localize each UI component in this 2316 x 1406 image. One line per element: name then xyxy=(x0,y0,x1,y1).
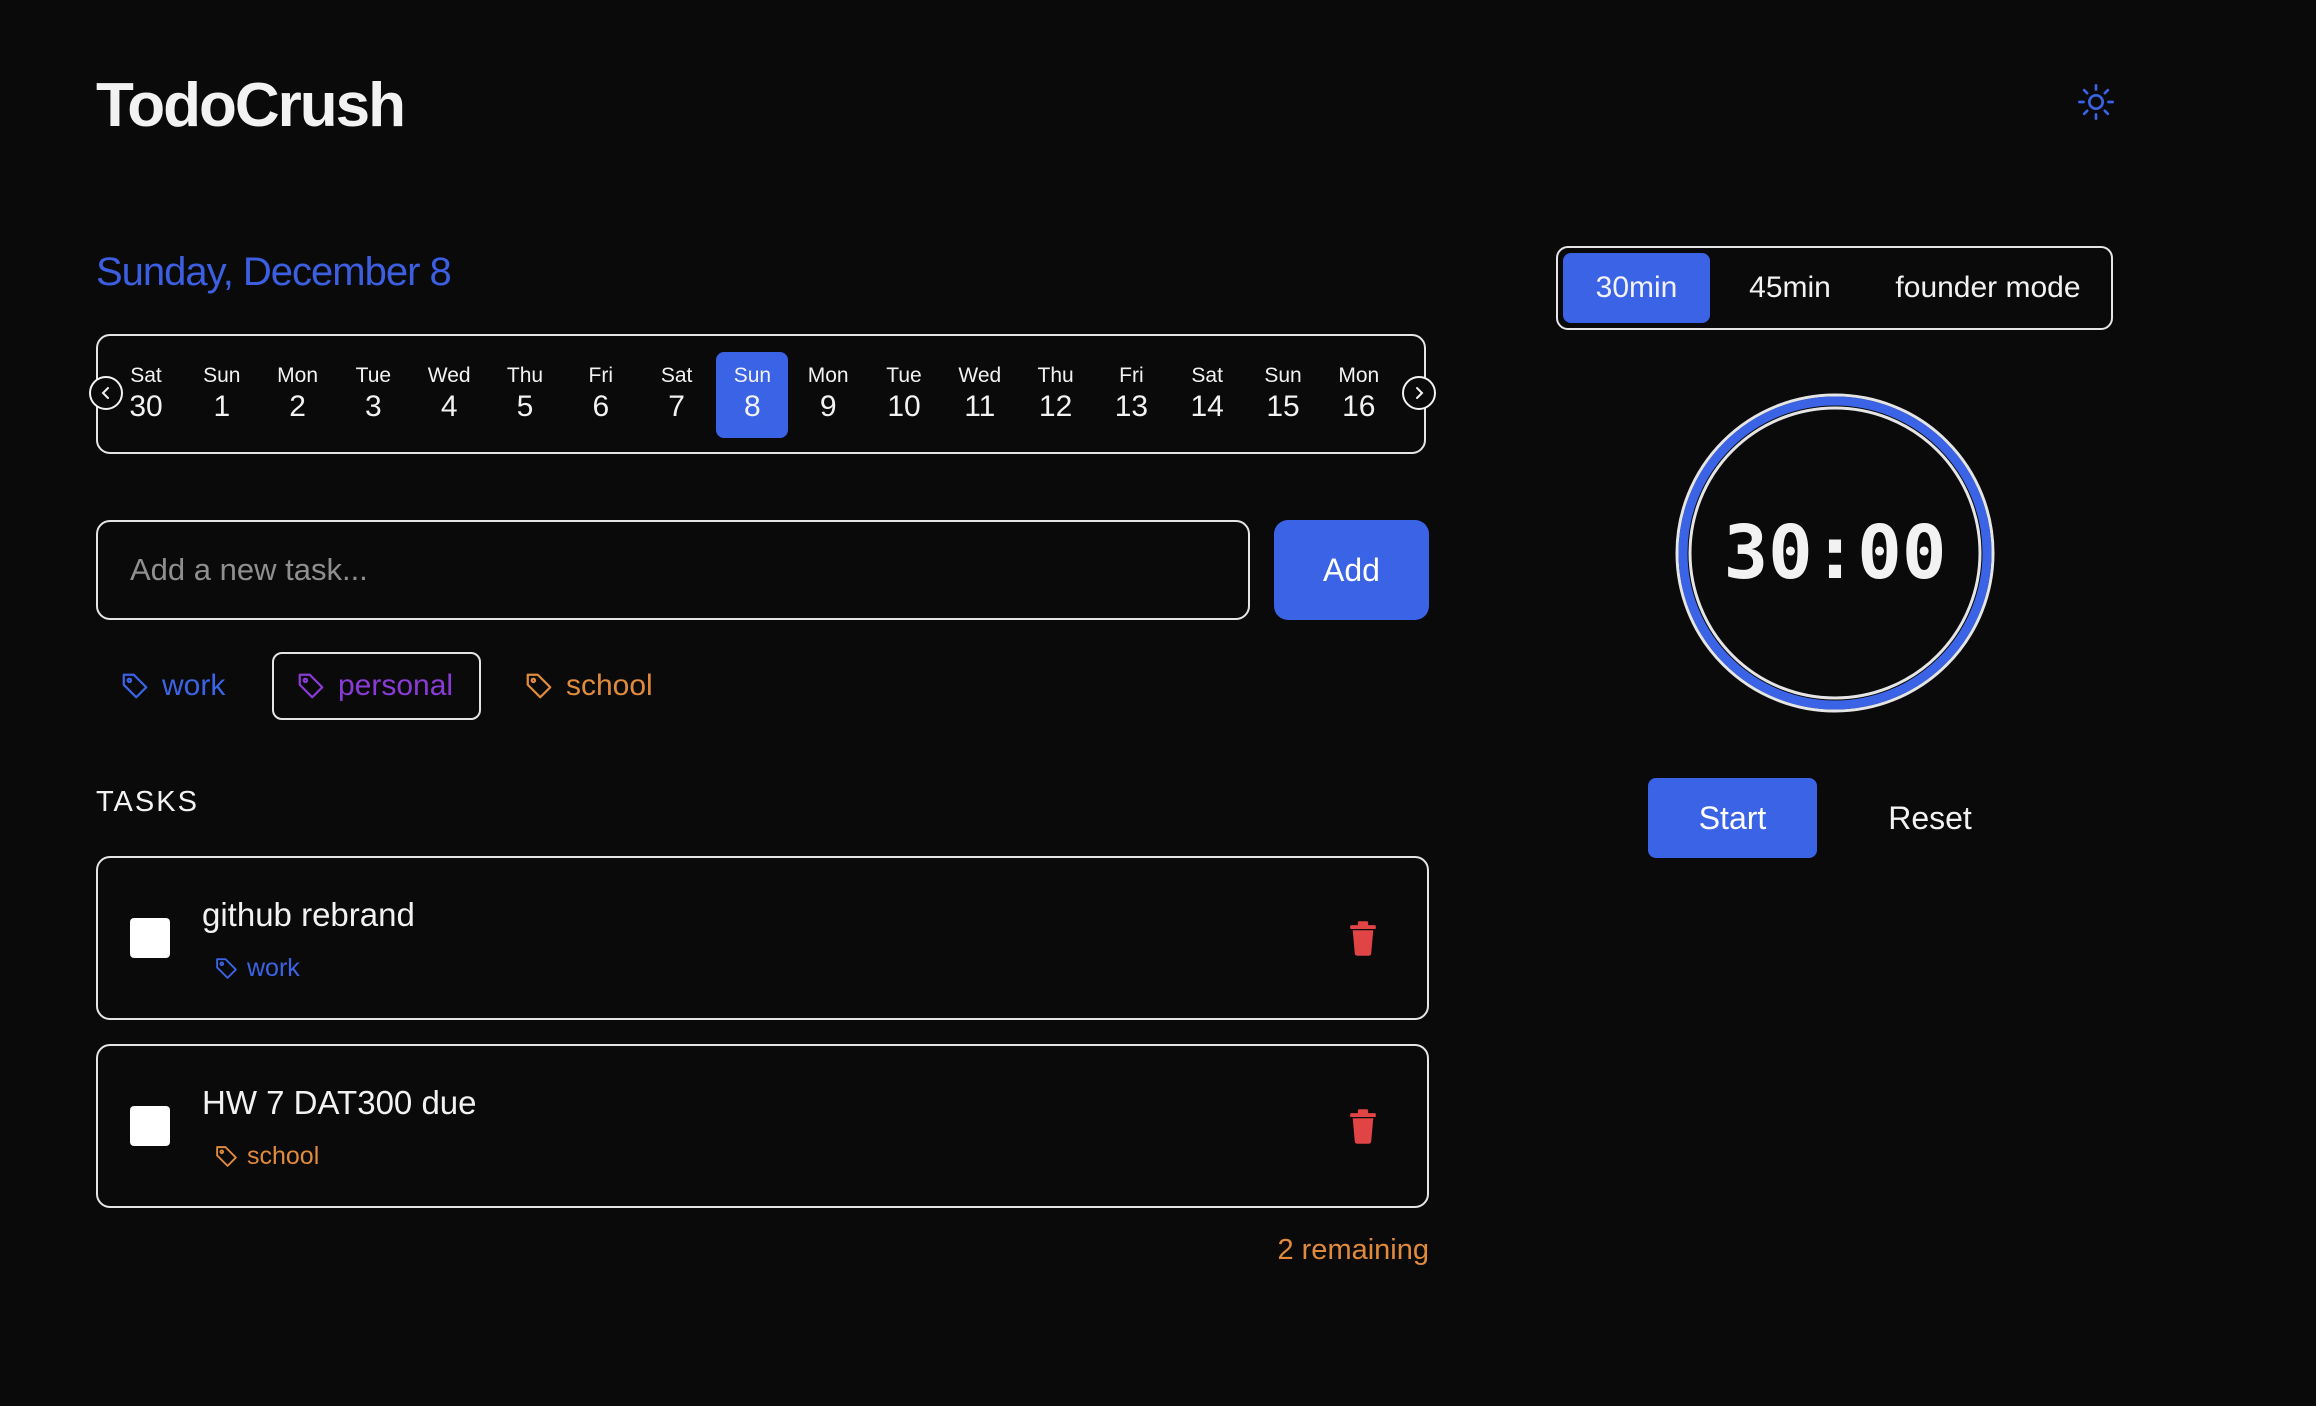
day-number: 9 xyxy=(819,390,837,423)
tag-filter-personal[interactable]: personal xyxy=(272,652,481,720)
calendar-day[interactable]: Thu 12 xyxy=(1020,352,1092,438)
theme-toggle-button[interactable] xyxy=(2072,78,2120,126)
calendar-day[interactable]: Sun 8 xyxy=(716,352,789,438)
day-number: 2 xyxy=(289,390,306,423)
timer-display: 30:00 xyxy=(1723,510,1947,596)
mode-founder-button[interactable]: founder mode xyxy=(1870,253,2106,323)
day-number: 4 xyxy=(440,390,458,423)
tasks-heading: TASKS xyxy=(96,786,199,818)
task-checkbox[interactable] xyxy=(130,1106,170,1146)
task-title: HW 7 DAT300 due xyxy=(202,1084,477,1121)
task-tag-label: school xyxy=(247,1142,320,1170)
calendar-day[interactable]: Sat 14 xyxy=(1171,352,1243,438)
calendar-day[interactable]: Fri 6 xyxy=(565,352,637,438)
trash-icon[interactable] xyxy=(1347,1108,1379,1144)
day-name: Mon xyxy=(1338,364,1380,387)
calendar-day[interactable]: Mon 16 xyxy=(1323,352,1395,438)
selected-date-heading: Sunday, December 8 xyxy=(96,250,452,294)
calendar-day[interactable]: Fri 13 xyxy=(1095,352,1167,438)
day-name: Sat xyxy=(660,364,693,387)
day-number: 3 xyxy=(365,390,382,423)
tag-icon xyxy=(122,673,148,699)
day-name: Sun xyxy=(733,364,772,387)
timer-mode-selector: 30min 45min founder mode xyxy=(1556,246,2113,330)
week-strip: Sat 30 Sun 1 Mon 2 Tue 3 Wed 4 Thu 5 Fri 6 Sat 7 Sun 8 Mon… xyxy=(89,334,1436,454)
task-title: github rebrand xyxy=(202,896,415,933)
day-name: Thu xyxy=(1037,364,1074,387)
tag-icon xyxy=(216,1146,237,1167)
day-number: 11 xyxy=(964,390,996,423)
day-name: Thu xyxy=(506,364,544,387)
tag-icon xyxy=(298,673,324,699)
day-name: Tue xyxy=(355,364,392,387)
new-task-input[interactable] xyxy=(96,520,1250,620)
task-tag-label: work xyxy=(247,954,300,982)
calendar-day[interactable]: Tue 10 xyxy=(868,352,940,438)
day-number: 16 xyxy=(1342,390,1376,423)
calendar-day[interactable]: Wed 4 xyxy=(413,352,485,438)
day-name: Fri xyxy=(588,364,614,387)
day-name: Fri xyxy=(1119,364,1144,387)
day-name: Wed xyxy=(427,364,471,387)
calendar-day[interactable]: Mon 9 xyxy=(792,352,864,438)
calendar-day[interactable]: Sun 1 xyxy=(186,352,258,438)
task-tag: school xyxy=(214,1142,319,1171)
next-week-button[interactable] xyxy=(1402,376,1436,410)
tag-filter-school[interactable]: school xyxy=(500,652,677,720)
calendar-day[interactable]: Sat 7 xyxy=(641,352,713,438)
tag-icon xyxy=(216,958,237,979)
mode-30min-button[interactable]: 30min xyxy=(1563,253,1710,323)
tag-filter-work[interactable]: work xyxy=(96,652,249,720)
task-item: HW 7 DAT300 due school xyxy=(96,1044,1429,1208)
day-name: Sat xyxy=(130,364,162,387)
day-name: Wed xyxy=(958,364,1002,387)
chevron-right-icon xyxy=(1416,387,1424,399)
calendar-day[interactable]: Sun 15 xyxy=(1247,352,1319,438)
remaining-count: 2 remaining xyxy=(1277,1234,1429,1266)
day-number: 12 xyxy=(1038,390,1073,423)
day-number: 1 xyxy=(213,390,231,423)
day-number: 7 xyxy=(668,390,685,423)
day-number: 6 xyxy=(592,390,610,423)
day-name: Sun xyxy=(203,364,241,387)
task-item: github rebrand work xyxy=(96,856,1429,1020)
day-number: 30 xyxy=(129,390,163,423)
tag-label: school xyxy=(566,669,653,702)
app-title: TodoCrush xyxy=(96,71,406,140)
tag-icon xyxy=(526,673,552,699)
calendar-day[interactable]: Mon 2 xyxy=(262,352,334,438)
tag-label: personal xyxy=(338,669,454,702)
tag-label: work xyxy=(162,669,226,702)
trash-icon[interactable] xyxy=(1347,920,1379,956)
day-name: Mon xyxy=(277,364,319,387)
add-task-button[interactable]: Add xyxy=(1274,520,1429,620)
reset-button[interactable]: Reset xyxy=(1870,778,1990,858)
day-name: Sat xyxy=(1191,364,1223,387)
calendar-day[interactable]: Thu 5 xyxy=(489,352,561,438)
day-number: 5 xyxy=(516,390,534,423)
sun-icon xyxy=(2078,84,2114,120)
task-checkbox[interactable] xyxy=(130,918,170,958)
day-number: 13 xyxy=(1114,390,1149,423)
day-number: 14 xyxy=(1190,390,1224,423)
calendar-day[interactable]: Tue 3 xyxy=(337,352,409,438)
day-number: 10 xyxy=(887,390,921,423)
calendar-day[interactable]: Wed 11 xyxy=(944,352,1016,438)
day-name: Tue xyxy=(886,364,922,387)
day-number: 15 xyxy=(1266,390,1300,423)
day-number: 8 xyxy=(744,390,761,423)
calendar-day[interactable]: Sat 30 xyxy=(110,352,182,438)
start-button[interactable]: Start xyxy=(1648,778,1817,858)
task-tag: work xyxy=(214,954,300,983)
day-name: Sun xyxy=(1264,364,1302,387)
day-name: Mon xyxy=(807,364,849,387)
mode-45min-button[interactable]: 45min xyxy=(1718,253,1862,323)
